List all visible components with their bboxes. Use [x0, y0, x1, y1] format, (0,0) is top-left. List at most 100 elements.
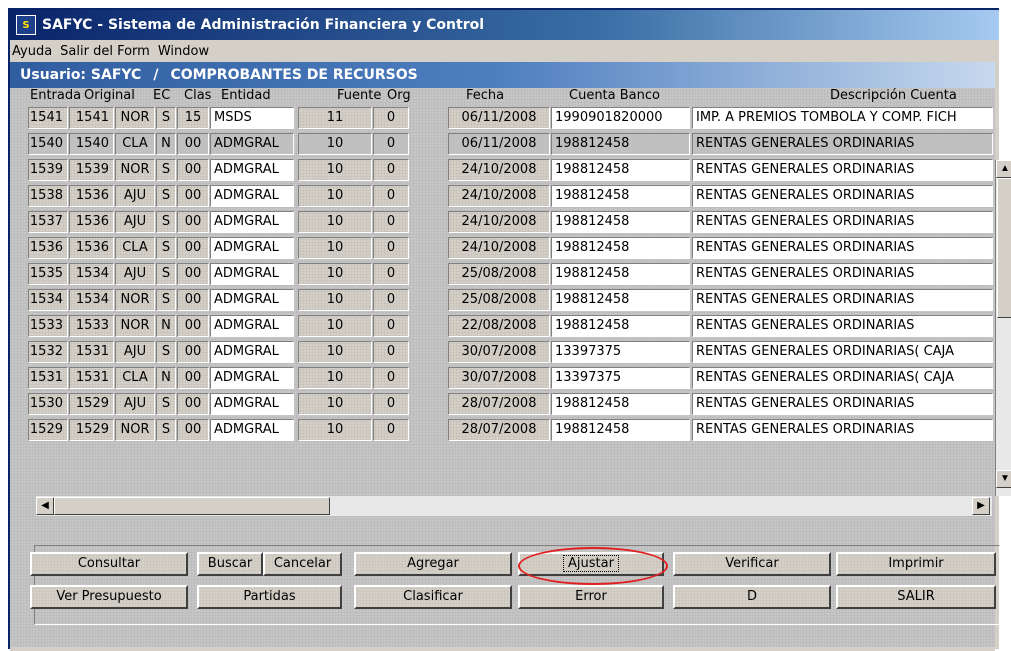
- cell-clas[interactable]: N: [156, 133, 176, 155]
- cell-fuente[interactable]: 10: [298, 393, 372, 415]
- cell-clas[interactable]: S: [156, 107, 176, 129]
- cell-entrada[interactable]: 1530: [28, 393, 68, 415]
- cell-clas[interactable]: S: [156, 159, 176, 181]
- table-row[interactable]: 1540 1540 CLA N 00 ADMGRAL 10 0 06/11/2008 198812…: [28, 132, 1001, 156]
- cell-entidad-code[interactable]: 00: [177, 341, 209, 363]
- cell-original[interactable]: 1539: [69, 159, 114, 181]
- cell-entidad-code[interactable]: 00: [177, 367, 209, 389]
- cell-cuenta-banco[interactable]: 198812458: [551, 263, 690, 285]
- cell-cuenta-banco[interactable]: 198812458: [551, 419, 690, 441]
- cell-entidad[interactable]: ADMGRAL: [210, 419, 294, 441]
- cell-fuente[interactable]: 10: [298, 289, 372, 311]
- cell-original[interactable]: 1536: [69, 211, 114, 233]
- scroll-down-icon[interactable]: ▼: [996, 470, 1011, 488]
- cell-fecha[interactable]: 24/10/2008: [448, 237, 550, 259]
- cell-entidad[interactable]: ADMGRAL: [210, 211, 294, 233]
- imprimir-button[interactable]: Imprimir: [836, 552, 996, 576]
- cell-entidad[interactable]: ADMGRAL: [210, 159, 294, 181]
- cell-clas[interactable]: S: [156, 263, 176, 285]
- cell-original[interactable]: 1536: [69, 185, 114, 207]
- cell-cuenta-banco[interactable]: 198812458: [551, 133, 690, 155]
- cancelar-button[interactable]: Cancelar: [263, 552, 342, 576]
- cell-entidad[interactable]: ADMGRAL: [210, 393, 294, 415]
- table-row[interactable]: 1533 1533 NOR N 00 ADMGRAL 10 0 22/08/2008 198812…: [28, 314, 1001, 338]
- consultar-button[interactable]: Consultar: [30, 552, 188, 576]
- cell-entrada[interactable]: 1536: [28, 237, 68, 259]
- cell-entidad-code[interactable]: 00: [177, 185, 209, 207]
- cell-fecha[interactable]: 24/10/2008: [448, 211, 550, 233]
- cell-entidad[interactable]: MSDS: [210, 107, 294, 129]
- vertical-scrollbar[interactable]: ▲ ▼: [995, 160, 1011, 496]
- cell-entrada[interactable]: 1532: [28, 341, 68, 363]
- cell-org[interactable]: 0: [373, 237, 409, 259]
- cell-clas[interactable]: S: [156, 419, 176, 441]
- cell-ec[interactable]: NOR: [115, 289, 155, 311]
- table-row[interactable]: 1534 1534 NOR S 00 ADMGRAL 10 0 25/08/2008 198812…: [28, 288, 1001, 312]
- cell-fecha[interactable]: 30/07/2008: [448, 367, 550, 389]
- cell-entidad-code[interactable]: 00: [177, 159, 209, 181]
- cell-descripcion-cuenta[interactable]: RENTAS GENERALES ORDINARIAS: [692, 159, 993, 181]
- cell-org[interactable]: 0: [373, 185, 409, 207]
- cell-cuenta-banco[interactable]: 13397375: [551, 341, 690, 363]
- cell-fuente[interactable]: 10: [298, 211, 372, 233]
- cell-fuente[interactable]: 10: [298, 237, 372, 259]
- cell-entidad[interactable]: ADMGRAL: [210, 341, 294, 363]
- cell-clas[interactable]: S: [156, 237, 176, 259]
- cell-descripcion-cuenta[interactable]: RENTAS GENERALES ORDINARIAS: [692, 263, 993, 285]
- error-button[interactable]: Error: [518, 585, 664, 609]
- salir-button[interactable]: SALIR: [836, 585, 996, 609]
- cell-ec[interactable]: NOR: [115, 107, 155, 129]
- cell-descripcion-cuenta[interactable]: IMP. A PREMIOS TOMBOLA Y COMP. FICH: [692, 107, 993, 129]
- cell-fuente[interactable]: 10: [298, 367, 372, 389]
- ajustar-button[interactable]: Ajustar: [518, 552, 664, 576]
- table-row[interactable]: 1537 1536 AJU S 00 ADMGRAL 10 0 24/10/2008 198812…: [28, 210, 1001, 234]
- cell-org[interactable]: 0: [373, 159, 409, 181]
- cell-cuenta-banco[interactable]: 198812458: [551, 211, 690, 233]
- cell-descripcion-cuenta[interactable]: RENTAS GENERALES ORDINARIAS( CAJA: [692, 341, 993, 363]
- cell-fuente[interactable]: 10: [298, 341, 372, 363]
- agregar-button[interactable]: Agregar: [354, 552, 512, 576]
- cell-entrada[interactable]: 1541: [28, 107, 68, 129]
- cell-org[interactable]: 0: [373, 263, 409, 285]
- cell-cuenta-banco[interactable]: 13397375: [551, 367, 690, 389]
- buscar-button[interactable]: Buscar: [197, 552, 263, 576]
- cell-descripcion-cuenta[interactable]: RENTAS GENERALES ORDINARIAS: [692, 393, 993, 415]
- scroll-up-icon[interactable]: ▲: [996, 160, 1011, 178]
- cell-org[interactable]: 0: [373, 315, 409, 337]
- cell-fecha[interactable]: 28/07/2008: [448, 393, 550, 415]
- cell-entrada[interactable]: 1534: [28, 289, 68, 311]
- cell-fuente[interactable]: 10: [298, 185, 372, 207]
- cell-descripcion-cuenta[interactable]: RENTAS GENERALES ORDINARIAS( CAJA: [692, 367, 993, 389]
- cell-org[interactable]: 0: [373, 367, 409, 389]
- table-row[interactable]: 1530 1529 AJU S 00 ADMGRAL 10 0 28/07/2008 198812…: [28, 392, 1001, 416]
- cell-ec[interactable]: AJU: [115, 263, 155, 285]
- cell-descripcion-cuenta[interactable]: RENTAS GENERALES ORDINARIAS: [692, 289, 993, 311]
- cell-fecha[interactable]: 06/11/2008: [448, 107, 550, 129]
- cell-ec[interactable]: CLA: [115, 367, 155, 389]
- verificar-button[interactable]: Verificar: [673, 552, 831, 576]
- cell-original[interactable]: 1531: [69, 341, 114, 363]
- cell-clas[interactable]: S: [156, 185, 176, 207]
- cell-entrada[interactable]: 1529: [28, 419, 68, 441]
- d-button[interactable]: D: [673, 585, 831, 609]
- cell-fecha[interactable]: 30/07/2008: [448, 341, 550, 363]
- cell-descripcion-cuenta[interactable]: RENTAS GENERALES ORDINARIAS: [692, 133, 993, 155]
- cell-original[interactable]: 1541: [69, 107, 114, 129]
- cell-cuenta-banco[interactable]: 198812458: [551, 315, 690, 337]
- cell-entidad-code[interactable]: 00: [177, 211, 209, 233]
- horizontal-scrollbar[interactable]: ◀ ▶: [36, 496, 992, 516]
- cell-fecha[interactable]: 22/08/2008: [448, 315, 550, 337]
- menu-salir-del-form[interactable]: Salir del Form: [60, 44, 150, 59]
- cell-entidad-code[interactable]: 00: [177, 289, 209, 311]
- cell-original[interactable]: 1529: [69, 393, 114, 415]
- table-row[interactable]: 1531 1531 CLA N 00 ADMGRAL 10 0 30/07/2008 133973…: [28, 366, 1001, 390]
- cell-original[interactable]: 1531: [69, 367, 114, 389]
- partidas-button[interactable]: Partidas: [197, 585, 342, 609]
- cell-entidad[interactable]: ADMGRAL: [210, 289, 294, 311]
- cell-entidad[interactable]: ADMGRAL: [210, 185, 294, 207]
- cell-descripcion-cuenta[interactable]: RENTAS GENERALES ORDINARIAS: [692, 211, 993, 233]
- cell-entrada[interactable]: 1535: [28, 263, 68, 285]
- cell-original[interactable]: 1529: [69, 419, 114, 441]
- cell-clas[interactable]: S: [156, 341, 176, 363]
- cell-fecha[interactable]: 28/07/2008: [448, 419, 550, 441]
